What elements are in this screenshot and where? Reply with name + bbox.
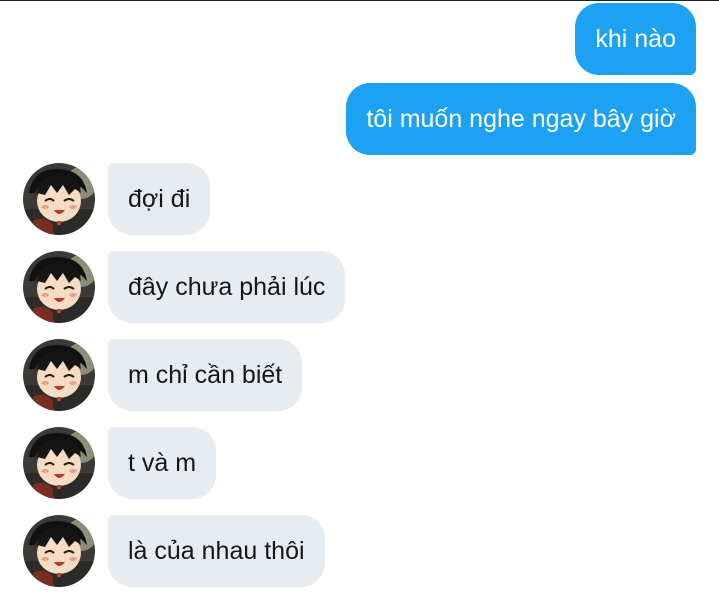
message-incoming[interactable]: đây chưa phải lúc xyxy=(108,251,346,323)
message-incoming[interactable]: là của nhau thôi xyxy=(108,515,325,587)
avatar-icon[interactable] xyxy=(23,163,95,235)
message-incoming[interactable]: m chỉ cần biết xyxy=(108,339,303,411)
avatar-icon[interactable] xyxy=(23,251,95,323)
avatar-icon[interactable] xyxy=(23,427,95,499)
conversation-thread: khi nào tôi muốn nghe ngay bây giờ đợi đ… xyxy=(0,0,719,610)
message-outgoing[interactable]: khi nào xyxy=(575,3,696,75)
avatar-icon[interactable] xyxy=(23,339,95,411)
message-incoming[interactable]: đợi đi xyxy=(108,163,211,235)
message-incoming[interactable]: t và m xyxy=(108,427,217,499)
message-outgoing[interactable]: tôi muốn nghe ngay bây giờ xyxy=(346,83,696,155)
avatar-icon[interactable] xyxy=(23,515,95,587)
